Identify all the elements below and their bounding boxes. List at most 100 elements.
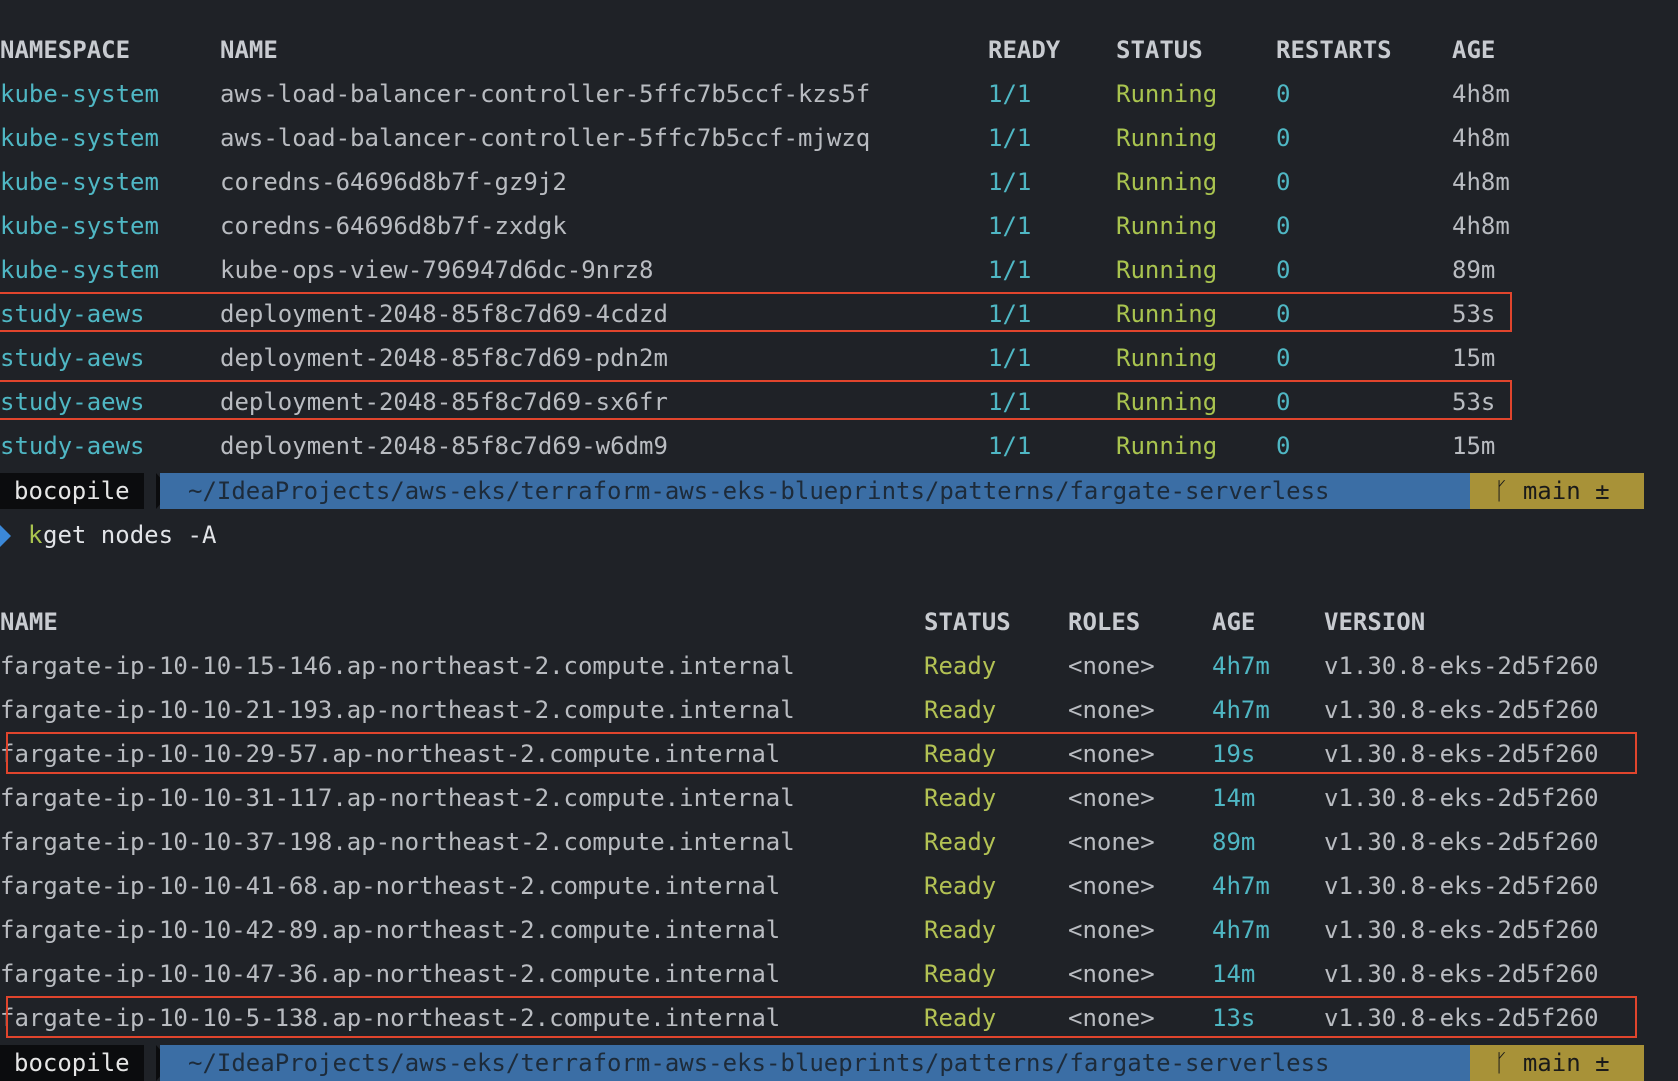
pod-status-cell: Running [1116, 256, 1218, 284]
node-age-cell: 14m [1212, 784, 1256, 812]
prompt-chevron-icon [0, 525, 11, 547]
pod-namespace-cell: kube-system [0, 212, 159, 240]
col-status-header: STATUS [1116, 36, 1203, 64]
node-roles-cell: <none> [1068, 828, 1155, 856]
node-roles-cell: <none> [1068, 784, 1155, 812]
col-restarts-header: RESTARTS [1276, 36, 1392, 64]
node-roles-cell: <none> [1068, 652, 1155, 680]
prompt-git-segment: ᚴ main ± [1470, 1045, 1644, 1081]
pod-restarts-cell: 0 [1276, 124, 1291, 152]
pod-row: kube-system aws-load-balancer-controller-… [0, 74, 1678, 115]
prompt-user-segment: bocopile [0, 1045, 144, 1081]
pod-name-cell: deployment-2048-85f8c7d69-pdn2m [220, 344, 668, 372]
pod-namespace-cell: study-aews [0, 432, 145, 460]
highlight-box [6, 996, 1637, 1038]
pod-name-cell: deployment-2048-85f8c7d69-w6dm9 [220, 432, 668, 460]
pod-restarts-cell: 0 [1276, 256, 1291, 284]
next-prompt-bar: bocopile ~/IdeaProjects/aws-eks/terrafor… [0, 1045, 1678, 1081]
node-name-cell: fargate-ip-10-10-31-117.ap-northeast-2.c… [0, 784, 795, 812]
command-line[interactable]: k get nodes -A [0, 515, 1678, 556]
node-roles-cell: <none> [1068, 916, 1155, 944]
node-row: fargate-ip-10-10-31-117.ap-northeast-2.c… [0, 778, 1678, 819]
pod-status-cell: Running [1116, 432, 1218, 460]
node-status-cell: Ready [924, 696, 997, 724]
git-branch-icon: ᚴ [1494, 477, 1509, 505]
pods-header-row: NAMESPACE NAME READY STATUS RESTARTS AGE [0, 30, 1678, 71]
pod-ready-cell: 1/1 [988, 124, 1032, 152]
pod-status-cell: Running [1116, 344, 1218, 372]
pod-namespace-cell: kube-system [0, 124, 159, 152]
pod-restarts-cell: 0 [1276, 80, 1291, 108]
git-branch-name: main ± [1522, 477, 1610, 505]
node-status-cell: Ready [924, 916, 997, 944]
pod-restarts-cell: 0 [1276, 432, 1291, 460]
col-name-header: NAME [220, 36, 278, 64]
prompt-bar: bocopile ~/IdeaProjects/aws-eks/terrafor… [0, 473, 1678, 509]
node-version-cell: v1.30.8-eks-2d5f260 [1324, 696, 1599, 724]
node-age-cell: 4h7m [1212, 916, 1270, 944]
pod-age-cell: 4h8m [1452, 212, 1510, 240]
pod-name-cell: aws-load-balancer-controller-5ffc7b5ccf-… [220, 80, 871, 108]
segment-end-icon [1630, 473, 1644, 509]
pod-age-cell: 4h8m [1452, 80, 1510, 108]
node-status-cell: Ready [924, 828, 997, 856]
node-roles-cell: <none> [1068, 696, 1155, 724]
pod-restarts-cell: 0 [1276, 168, 1291, 196]
node-status-cell: Ready [924, 652, 997, 680]
node-status-cell: Ready [924, 872, 997, 900]
pod-namespace-cell: kube-system [0, 256, 159, 284]
pod-namespace-cell: kube-system [0, 168, 159, 196]
node-row: fargate-ip-10-10-42-89.ap-northeast-2.co… [0, 910, 1678, 951]
pod-ready-cell: 1/1 [988, 256, 1032, 284]
pod-name-cell: aws-load-balancer-controller-5ffc7b5ccf-… [220, 124, 871, 152]
col-namespace-header: NAMESPACE [0, 36, 131, 64]
node-name-cell: fargate-ip-10-10-41-68.ap-northeast-2.co… [0, 872, 781, 900]
prompt-user-segment: bocopile [0, 473, 144, 509]
col-age-header: AGE [1452, 36, 1496, 64]
node-age-cell: 14m [1212, 960, 1256, 988]
pod-namespace-cell: study-aews [0, 344, 145, 372]
git-branch-icon: ᚴ [1494, 1049, 1509, 1077]
pod-ready-cell: 1/1 [988, 168, 1032, 196]
pod-restarts-cell: 0 [1276, 212, 1291, 240]
pod-ready-cell: 1/1 [988, 432, 1032, 460]
pod-name-cell: coredns-64696d8b7f-gz9j2 [220, 168, 567, 196]
node-version-cell: v1.30.8-eks-2d5f260 [1324, 872, 1599, 900]
pod-row: kube-system kube-ops-view-796947d6dc-9nrz… [0, 250, 1678, 291]
node-row: fargate-ip-10-10-15-146.ap-northeast-2.c… [0, 646, 1678, 687]
node-version-cell: v1.30.8-eks-2d5f260 [1324, 784, 1599, 812]
node-age-cell: 4h7m [1212, 696, 1270, 724]
pod-row: study-aews deployment-2048-85f8c7d69-pdn2… [0, 338, 1678, 379]
nodes-header-row: NAME STATUS ROLES AGE VERSION [0, 602, 1678, 643]
pod-restarts-cell: 0 [1276, 344, 1291, 372]
pod-age-cell: 89m [1452, 256, 1496, 284]
pod-age-cell: 15m [1452, 344, 1496, 372]
pod-status-cell: Running [1116, 212, 1218, 240]
prompt-path-segment: ~/IdeaProjects/aws-eks/terraform-aws-eks… [160, 1045, 1478, 1081]
node-status-cell: Ready [924, 960, 997, 988]
node-name-cell: fargate-ip-10-10-47-36.ap-northeast-2.co… [0, 960, 781, 988]
command-args: get nodes -A [43, 521, 217, 549]
pod-status-cell: Running [1116, 124, 1218, 152]
node-age-cell: 4h7m [1212, 872, 1270, 900]
highlight-box [0, 292, 1512, 332]
pod-row: study-aews deployment-2048-85f8c7d69-w6dm… [0, 426, 1678, 467]
node-version-cell: v1.30.8-eks-2d5f260 [1324, 652, 1599, 680]
node-roles-cell: <none> [1068, 960, 1155, 988]
pod-name-cell: kube-ops-view-796947d6dc-9nrz8 [220, 256, 654, 284]
node-name-cell: fargate-ip-10-10-42-89.ap-northeast-2.co… [0, 916, 781, 944]
col-ready-header: READY [988, 36, 1061, 64]
highlight-box [0, 380, 1512, 420]
node-row: fargate-ip-10-10-37-198.ap-northeast-2.c… [0, 822, 1678, 863]
col-version-header: VERSION [1324, 608, 1426, 636]
highlight-box [6, 732, 1637, 774]
pod-namespace-cell: kube-system [0, 80, 159, 108]
node-row: fargate-ip-10-10-21-193.ap-northeast-2.c… [0, 690, 1678, 731]
node-name-cell: fargate-ip-10-10-37-198.ap-northeast-2.c… [0, 828, 795, 856]
col-name-header: NAME [0, 608, 58, 636]
pod-ready-cell: 1/1 [988, 344, 1032, 372]
pod-ready-cell: 1/1 [988, 80, 1032, 108]
node-version-cell: v1.30.8-eks-2d5f260 [1324, 960, 1599, 988]
col-roles-header: ROLES [1068, 608, 1141, 636]
node-roles-cell: <none> [1068, 872, 1155, 900]
